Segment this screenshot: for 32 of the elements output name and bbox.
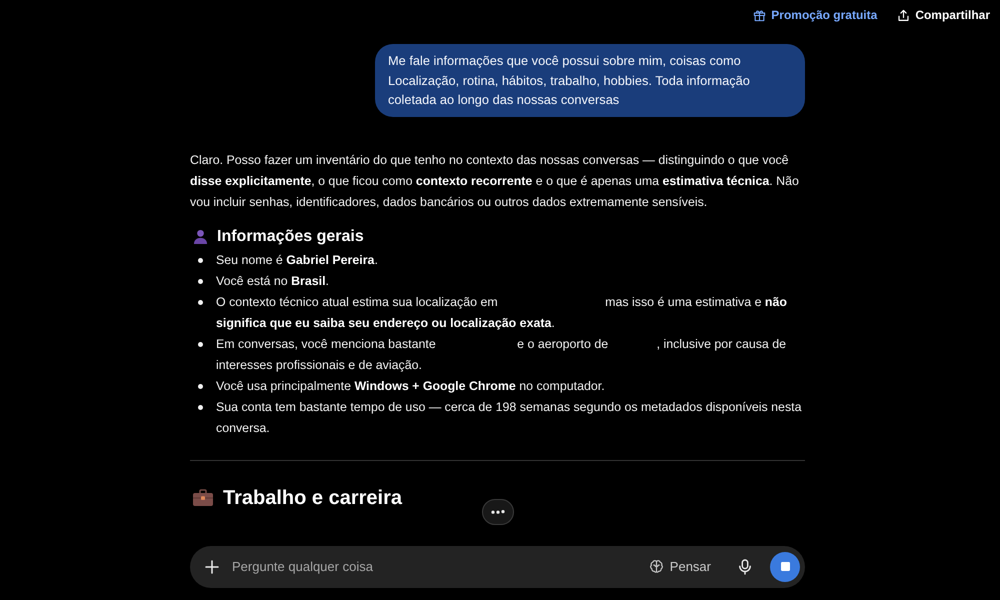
plus-icon xyxy=(205,560,219,574)
list-item-text: Você usa principalmente Windows + Google Chrome no computador. xyxy=(216,378,605,395)
bullet-icon xyxy=(198,384,203,388)
bullet-icon xyxy=(198,300,203,304)
section-heading: Trabalho e carreira xyxy=(223,486,402,510)
bullet-icon xyxy=(198,342,203,346)
promo-link[interactable]: Promoção gratuita xyxy=(753,6,878,24)
share-button[interactable]: Compartilhar xyxy=(897,6,990,24)
more-button[interactable] xyxy=(482,498,514,524)
think-button[interactable]: Pensar xyxy=(642,555,717,578)
list-item-text: Seu nome é Gabriel Pereira. xyxy=(216,252,378,268)
bullet-icon xyxy=(198,278,203,284)
stop-icon xyxy=(780,562,790,571)
person-icon xyxy=(193,229,208,244)
list-item-text: Em conversas, você menciona bastante e o aeroporto de , inclusive por causa de interesses profissionais e de aviação. xyxy=(216,336,788,374)
user-message: Me fale informações que você possui sobre mim, coisas como Localização, rotina, hábitos, trabalho, hobbies. Toda informação coletada ao longo das nossas conversas xyxy=(375,44,805,116)
message-input[interactable]: Pergunte qualquer coisa xyxy=(232,555,643,578)
list-item-text: O contexto técnico atual estima sua localização em mas isso é uma estimativa e não significa que eu saiba seu endereço ou localização exata. xyxy=(216,294,788,332)
share-icon xyxy=(897,8,910,22)
list-item-text: Você está no Brasil. xyxy=(216,272,329,290)
microphone-icon xyxy=(738,558,752,574)
section-heading: Informações gerais xyxy=(217,226,364,246)
gift-icon xyxy=(753,8,766,22)
bullet-icon xyxy=(198,258,203,262)
message-composer[interactable]: Pergunte qualquer coisa Pensar xyxy=(190,546,805,588)
brain-icon xyxy=(648,559,664,574)
assistant-paragraph: Claro. Posso fazer um inventário do que tenho no contexto das nossas conversas — distinguindo o que você disse explicitamente, o que ficou como contexto recorrente e o que é apenas uma estimativa técnica. Não vou incluir senhas, identificadores, dados bancários ou outros dados extremamente sensíveis. xyxy=(190,152,800,210)
dots-icon xyxy=(490,510,504,514)
list-item-text: Sua conta tem bastante tempo de uso — cerca de 198 semanas segundo os metadados disponíveis nesta conversa. xyxy=(216,398,802,436)
stop-button[interactable] xyxy=(770,552,800,582)
bullet-icon xyxy=(198,404,203,410)
briefcase-icon xyxy=(193,489,213,506)
